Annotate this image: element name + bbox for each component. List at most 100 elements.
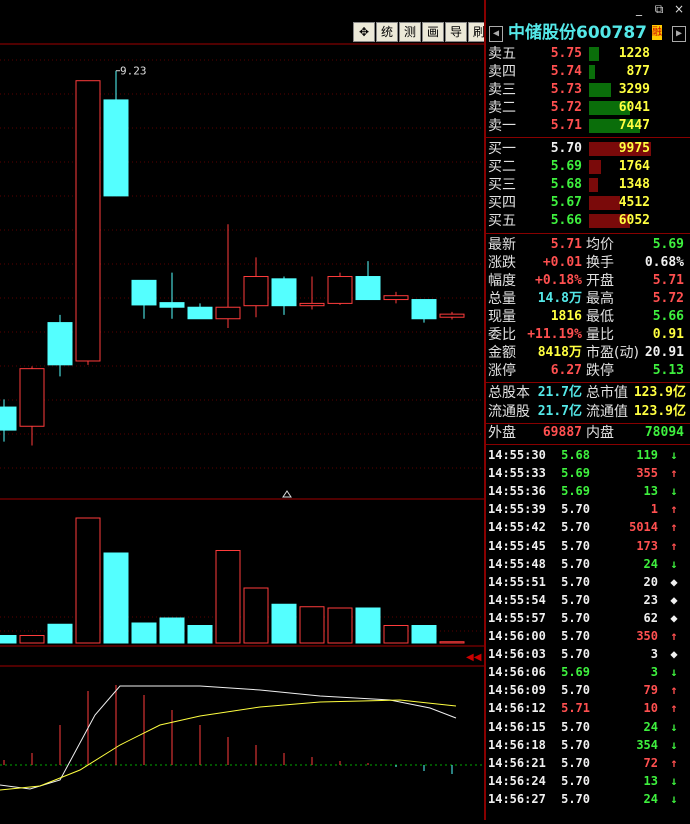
quote-value: +0.18% <box>535 273 582 288</box>
tick-volume: 23 <box>643 592 658 607</box>
kline-chart[interactable]: 9.23 ◀◀ <box>0 0 484 820</box>
tick-time: 14:56:00 <box>488 629 546 643</box>
level-label: 卖三 <box>488 82 516 98</box>
up-arrow-icon: ↑ <box>670 629 678 643</box>
level-volume: 6041 <box>618 100 650 115</box>
level-label: 买三 <box>488 177 516 193</box>
level-label: 卖二 <box>488 100 516 116</box>
sell-level-4[interactable]: 卖二 5.72 6041 <box>486 99 690 117</box>
down-arrow-icon: ↓ <box>670 556 678 571</box>
quote-label: 跌停 <box>586 363 614 379</box>
quote-value: 5.69 <box>652 237 684 252</box>
capital-label: 总市值 <box>586 385 628 401</box>
volume-bar <box>411 625 437 644</box>
capital-label: 总股本 <box>488 385 530 401</box>
sell-level-5[interactable]: 卖一 5.71 7447 <box>486 117 690 135</box>
kline-chart-area[interactable]: 9.23 ◀◀ ✥ 统测画导刷 <box>0 0 490 820</box>
export-button[interactable]: 导 <box>445 22 467 42</box>
tick-price: 5.70 <box>561 737 590 752</box>
down-arrow-icon: ↓ <box>670 719 678 734</box>
quote-value: 8418万 <box>537 345 582 360</box>
next-stock-icon[interactable]: ▶ <box>672 26 686 42</box>
scroll-arrows-icon[interactable]: ◀◀ <box>466 652 482 663</box>
capital-row: 流通股 21.7亿 流通值 123.9亿 <box>486 403 690 421</box>
tick-price: 5.70 <box>561 755 590 770</box>
tick-volume: 10 <box>643 701 658 716</box>
volume-bar <box>215 550 241 644</box>
level-volume: 1228 <box>618 46 650 61</box>
tick-price: 5.70 <box>561 592 590 607</box>
capital-value: 123.9亿 <box>633 404 686 419</box>
level-price: 5.71 <box>550 118 582 133</box>
quote-label: 金额 <box>488 345 516 361</box>
close-icon[interactable]: × <box>672 2 686 16</box>
quote-row: 金额 8418万 市盈(动) 20.91 <box>486 344 690 362</box>
prev-stock-icon[interactable]: ◀ <box>489 26 503 42</box>
volume-bar <box>0 635 17 644</box>
tick-price: 5.70 <box>561 629 590 643</box>
margin-badge: 融 <box>652 25 662 40</box>
tick-price: 5.70 <box>561 556 590 571</box>
tick-price: 5.70 <box>561 574 590 589</box>
buy-level-4[interactable]: 买四 5.67 4512 <box>486 194 690 212</box>
buy-level-3[interactable]: 买三 5.68 1348 <box>486 176 690 194</box>
buy-level-2[interactable]: 买二 5.69 1764 <box>486 158 690 176</box>
level-price: 5.67 <box>550 195 582 210</box>
quote-panel: _ ⧉ × ◀ 中储股份600787 融 ▶ 卖五 5.75 1228 卖四 5.74 8… <box>486 0 690 820</box>
quote-value: 5.72 <box>652 291 684 306</box>
down-arrow-icon: ↓ <box>670 448 678 462</box>
tick-time: 14:56:03 <box>488 647 546 662</box>
tick-row: 14:56:06 5.69 3 ↓ <box>486 663 690 681</box>
tick-row: 14:55:36 5.69 13 ↓ <box>486 482 690 500</box>
volume-bar <box>299 606 325 644</box>
candle-body <box>355 276 381 301</box>
tick-volume: 173 <box>636 538 658 553</box>
minimize-icon[interactable]: _ <box>632 2 646 16</box>
quote-separator <box>486 382 690 383</box>
neutral-diamond-icon: ◆ <box>670 592 678 607</box>
quote-label: 委比 <box>488 327 516 343</box>
level-volume-bar <box>589 65 595 79</box>
outer-volume-label: 外盘 <box>488 425 516 441</box>
down-arrow-icon: ↓ <box>670 484 678 499</box>
tick-price: 5.70 <box>561 538 590 553</box>
sell-level-2[interactable]: 卖四 5.74 877 <box>486 63 690 81</box>
quote-row: 总量 14.8万 最高 5.72 <box>486 290 690 308</box>
tick-row: 14:56:27 5.70 24 ↓ <box>486 790 690 808</box>
tick-volume: 62 <box>643 610 658 625</box>
tick-time: 14:56:27 <box>488 791 546 806</box>
buy-level-1[interactable]: 买一 5.70 9975 <box>486 140 690 158</box>
quote-label: 最低 <box>586 309 614 325</box>
quote-row: 现量 1816 最低 5.66 <box>486 308 690 326</box>
tick-volume: 20 <box>643 574 658 589</box>
restore-icon[interactable]: ⧉ <box>652 2 666 16</box>
measure-button[interactable]: 测 <box>399 22 421 42</box>
book-separator <box>486 137 690 138</box>
inout-row: 外盘 69887 内盘 78094 <box>486 424 690 442</box>
level-price: 5.70 <box>550 141 582 156</box>
level-label: 卖四 <box>488 64 516 80</box>
candle-body <box>411 299 437 320</box>
tick-volume: 354 <box>636 737 658 752</box>
draw-button[interactable]: 画 <box>422 22 444 42</box>
sell-level-3[interactable]: 卖三 5.73 3299 <box>486 81 690 99</box>
quote-label: 换手 <box>586 255 614 271</box>
tick-volume: 3 <box>650 647 658 662</box>
up-arrow-icon: ↑ <box>670 701 678 716</box>
tick-time: 14:55:45 <box>488 538 546 553</box>
buy-level-5[interactable]: 买五 5.66 6052 <box>486 212 690 230</box>
level-label: 买四 <box>488 195 516 211</box>
level-label: 卖一 <box>488 118 516 134</box>
volume-bar <box>327 607 353 644</box>
up-arrow-icon: ↑ <box>670 520 678 535</box>
inner-volume-value: 78094 <box>644 425 684 440</box>
move-tool-button[interactable]: ✥ <box>353 22 375 42</box>
candle-body <box>159 302 185 308</box>
volume-bar <box>103 552 129 644</box>
stats-button[interactable]: 统 <box>376 22 398 42</box>
level-label: 买一 <box>488 141 516 157</box>
level-label: 买五 <box>488 213 516 229</box>
level-price: 5.69 <box>550 159 582 174</box>
sell-level-1[interactable]: 卖五 5.75 1228 <box>486 45 690 63</box>
level-price: 5.66 <box>550 213 582 228</box>
